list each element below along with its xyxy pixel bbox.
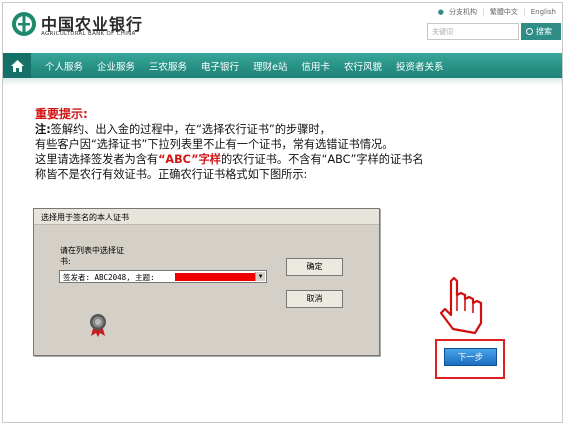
certificate-seal-icon	[90, 314, 106, 337]
top-link-branches[interactable]: 分支机构	[449, 8, 477, 16]
top-link-english[interactable]: English	[531, 8, 556, 16]
home-icon	[10, 59, 24, 72]
dialog-label-line-2: 书:	[60, 257, 71, 266]
certificate-dialog: 选择用于签名的本人证书 请在列表中选择证 书: 签发者: ABC2048, 主题…	[33, 208, 380, 356]
nav-item-credit-card[interactable]: 信用卡	[301, 59, 330, 73]
notice-line-1-text: 签解约、出入金的过程中，在“选择农行证书”的步骤时，	[50, 123, 331, 136]
note-label: 注:	[35, 123, 51, 136]
nav-item-about[interactable]: 农行风貌	[344, 59, 382, 73]
nav-item-investor[interactable]: 投资者关系	[396, 59, 444, 73]
nav-item-corporate[interactable]: 企业服务	[97, 59, 135, 73]
ok-button[interactable]: 确定	[286, 258, 343, 276]
top-links: ● 分支机构 | 繁體中文 | English	[437, 8, 556, 16]
chevron-down-icon[interactable]: ▼	[255, 272, 265, 281]
brand-name-en: AGRICULTURAL BANK OF CHINA	[41, 31, 136, 37]
header: 中国农业银行 AGRICULTURAL BANK OF CHINA ● 分支机构…	[3, 3, 562, 51]
notice-line-3: 这里请选择签发者为含有“ABC”字样的农行证书。不含有“ABC”字样的证书名	[35, 152, 555, 167]
certificate-select-value: 签发者: ABC2048, 主题:	[63, 273, 155, 282]
page-frame: 中国农业银行 AGRICULTURAL BANK OF CHINA ● 分支机构…	[2, 2, 563, 423]
search-button[interactable]: 搜索	[521, 23, 561, 40]
notice: 重要提示: 注:签解约、出入金的过程中，在“选择农行证书”的步骤时， 有些客户因…	[35, 107, 555, 182]
main-nav: 个人服务 企业服务 三农服务 电子银行 理财e站 信用卡 农行风貌 投资者关系	[3, 53, 562, 78]
dialog-label-line-1: 请在列表中选择证	[60, 246, 124, 255]
branch-icon: ●	[437, 8, 444, 16]
home-button[interactable]	[3, 53, 31, 78]
top-link-traditional[interactable]: 繁體中文	[490, 8, 518, 16]
pointing-hand-icon	[439, 276, 483, 335]
notice-line-4: 称皆不是农行有效证书。正确农行证书格式如下图所示:	[35, 168, 308, 181]
nav-shadow	[3, 78, 562, 86]
abc-logo-icon	[12, 12, 36, 36]
cancel-button[interactable]: 取消	[286, 290, 343, 308]
nav-item-rural[interactable]: 三农服务	[149, 59, 187, 73]
nav-item-personal[interactable]: 个人服务	[45, 59, 83, 73]
search-icon	[526, 28, 533, 35]
search-button-label: 搜索	[536, 27, 552, 36]
dialog-title: 选择用于签名的本人证书	[34, 209, 379, 225]
certificate-select[interactable]: 签发者: ABC2048, 主题: ▼	[59, 270, 267, 283]
notice-line-3-pre: 这里请选择签发者为含有	[35, 153, 159, 166]
nav-item-ebanking[interactable]: 电子银行	[201, 59, 239, 73]
redacted-subject	[175, 273, 260, 281]
next-step-button[interactable]: 下一步	[444, 348, 497, 366]
abc-highlight: “ABC”字样	[158, 153, 221, 166]
notice-line-2: 有些客户因“选择证书”下拉列表里不止有一个证书，常有选错证书情况。	[35, 138, 394, 151]
dialog-label: 请在列表中选择证 书:	[60, 245, 124, 267]
notice-line-3-post: 的农行证书。不含有“ABC”字样的证书名	[220, 153, 424, 166]
nav-item-wealth[interactable]: 理财e站	[253, 59, 287, 73]
notice-line-1: 注:签解约、出入金的过程中，在“选择农行证书”的步骤时，	[35, 122, 555, 137]
search-input[interactable]: 关键词	[427, 23, 519, 40]
notice-title: 重要提示:	[35, 107, 88, 121]
